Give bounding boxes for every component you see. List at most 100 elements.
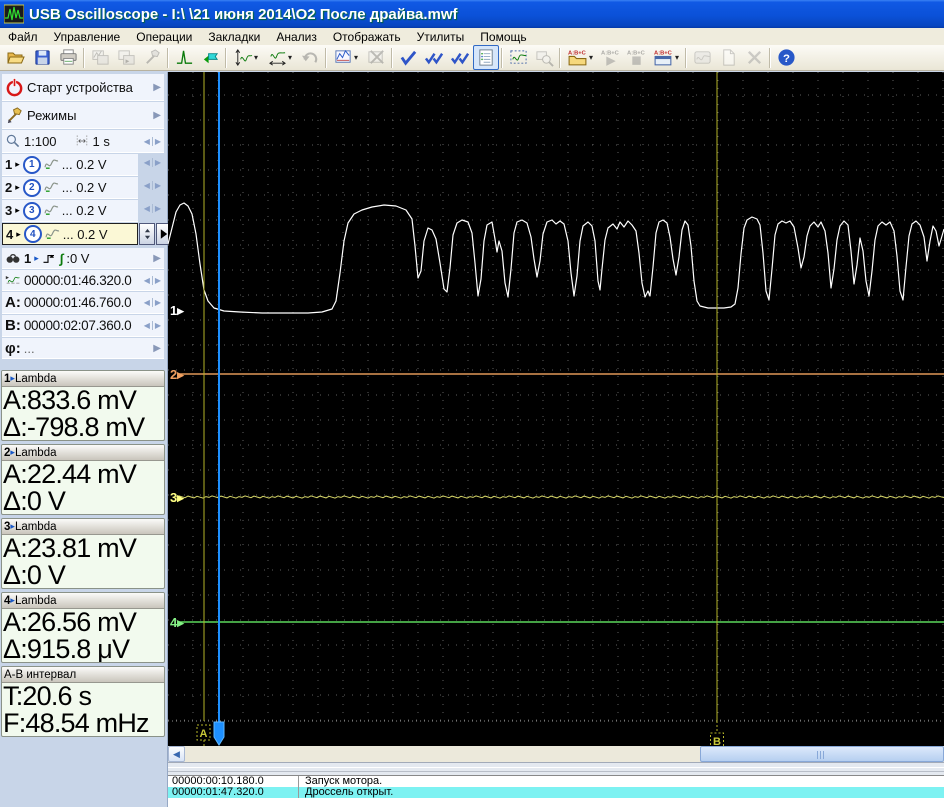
apply-group-button[interactable] <box>447 45 473 70</box>
menu-item-4[interactable]: Закладки <box>200 29 268 45</box>
channel-3-nav-arrows[interactable]: ◀▶ <box>144 204 161 213</box>
channel-1-row[interactable]: 1▸1... 0.2 V <box>2 154 138 176</box>
scrollbar-grip <box>817 751 826 759</box>
channel-badge: 1 <box>23 156 41 174</box>
toolbar-separator <box>391 48 393 68</box>
dropdown-caret-icon[interactable]: ▾ <box>589 53 593 62</box>
panel-splitter[interactable] <box>168 762 944 775</box>
open-file-button[interactable] <box>3 45 29 70</box>
waveform-icon <box>45 228 60 241</box>
chevron-right-icon[interactable]: ▶ <box>153 253 161 264</box>
abc-play-icon: A:B+C <box>600 47 621 68</box>
marker-button[interactable] <box>197 45 223 70</box>
measurement-title: Lambda <box>15 373 57 385</box>
apply-button[interactable] <box>395 45 421 70</box>
delete-button <box>741 45 767 70</box>
channel-4-marker[interactable]: 4▸ <box>170 615 185 630</box>
svg-text:A:B+C: A:B+C <box>601 50 619 56</box>
open-folder-icon <box>6 48 26 68</box>
cursor-a-label: A <box>200 728 208 740</box>
dropdown-caret-icon[interactable]: ▾ <box>354 53 358 62</box>
chart-view-icon <box>334 48 353 67</box>
dropdown-caret-icon[interactable]: ▾ <box>288 53 292 62</box>
toolbar-separator <box>559 48 561 68</box>
zoom-time-button[interactable]: ▾ <box>263 45 297 70</box>
menu-item-6[interactable]: Отображать <box>325 29 409 45</box>
scale-nav-arrows[interactable]: ◀▶ <box>144 137 161 146</box>
edit-tools-icon <box>143 48 162 67</box>
cursor-b-label: B <box>713 736 721 746</box>
menu-item-2[interactable]: Управление <box>46 29 129 45</box>
channel-badge: 4 <box>24 225 42 243</box>
zoom-amplitude-button[interactable]: ▾ <box>229 45 263 70</box>
impulse-button[interactable] <box>171 45 197 70</box>
position-cursor-flag[interactable] <box>214 722 224 745</box>
chevron-right-icon[interactable]: ▶ <box>153 343 161 354</box>
oscilloscope-plot[interactable]: 1▸ 2▸ 3▸ 4▸ A B <box>168 72 944 746</box>
channel-2-nav-arrows[interactable]: ◀▶ <box>144 181 161 190</box>
position-row[interactable]: 00000:01:46.320.0 ◀▶ <box>2 270 164 291</box>
menu-item-7[interactable]: Утилиты <box>409 29 473 45</box>
cursor-a-row[interactable]: A: 00000:01:46.760.0 ◀▶ <box>2 292 164 314</box>
menu-item-3[interactable]: Операции <box>128 29 200 45</box>
script-window-button[interactable]: A:B+C▾ <box>649 45 683 70</box>
chart-view-button[interactable]: ▾ <box>329 45 363 70</box>
chevron-right-icon[interactable]: ▶ <box>153 82 161 93</box>
menu-item-1[interactable]: Файл <box>0 29 46 45</box>
bookmark-time: 00000:01:47.320.0 <box>168 787 299 798</box>
chevron-right-icon: ▸ <box>15 159 20 170</box>
apply-all-button[interactable] <box>421 45 447 70</box>
zoom-time-icon <box>268 48 287 67</box>
channel-1-trace <box>168 203 944 313</box>
marker-flag-icon <box>201 48 220 67</box>
dropdown-caret-icon[interactable]: ▾ <box>254 53 258 62</box>
cursor-a-nav-arrows[interactable]: ◀▶ <box>144 298 161 307</box>
measurement-panel-3: 3▸LambdaA:23.81 mVΔ:0 V <box>1 518 165 589</box>
channel-1-nav-arrows[interactable]: ◀▶ <box>144 158 161 167</box>
sync-channel: 1 <box>24 251 31 266</box>
channel-4-row[interactable]: 4▸4... 0.2 V <box>2 223 138 245</box>
scale-row[interactable]: 1:100 1 s ◀▶ <box>2 130 164 153</box>
channel-number: 2 <box>5 180 12 195</box>
channel-1-marker[interactable]: 1▸ <box>170 303 185 318</box>
modes-row[interactable]: Режимы ▶ <box>2 102 164 129</box>
script-open-button[interactable]: A:B+C▾ <box>563 45 597 70</box>
help-button[interactable]: ? <box>773 45 799 70</box>
channel-3-row[interactable]: 3▸3... 0.2 V <box>2 200 138 222</box>
toolbar-separator <box>225 48 227 68</box>
start-device-row[interactable]: Старт устройства ▶ <box>2 74 164 101</box>
phase-row[interactable]: φ: ... ▶ <box>2 338 164 359</box>
chevron-right-icon[interactable]: ▶ <box>153 110 161 121</box>
title-bar[interactable]: USB Oscilloscope - I:\ \21 июня 2014\О2 … <box>0 0 944 28</box>
menu-item-8[interactable]: Помощь <box>472 29 534 45</box>
edit-frame-button <box>139 45 165 70</box>
channel-2-marker[interactable]: 2▸ <box>170 367 185 382</box>
measurement-line1: A:22.44 mV <box>3 461 164 488</box>
bookmark-list: 00000:00:10.180.0Запуск мотора.00000:01:… <box>168 775 944 807</box>
scrollbar-thumb[interactable] <box>700 746 944 762</box>
channel-scale-value: ... 0.2 V <box>63 227 108 242</box>
position-value: 00000:01:46.320.0 <box>24 273 132 288</box>
print-button[interactable] <box>55 45 81 70</box>
scroll-left-button[interactable]: ◀ <box>168 746 185 762</box>
channel-2-row[interactable]: 2▸2... 0.2 V <box>2 177 138 199</box>
zoom-amplitude-icon <box>234 48 253 67</box>
save-file-button[interactable] <box>29 45 55 70</box>
copy-frame-icon <box>91 48 110 67</box>
selection-button[interactable] <box>505 45 531 70</box>
cursor-b-nav-arrows[interactable]: ◀▶ <box>144 321 161 330</box>
toolbar-separator <box>769 48 771 68</box>
horizontal-scrollbar[interactable]: ◀ <box>168 746 944 762</box>
window-title: USB Oscilloscope - I:\ \21 июня 2014\О2 … <box>29 6 458 23</box>
sync-row[interactable]: 1 ▸ ∫ :0 V ▶ <box>2 248 164 269</box>
position-nav-arrows[interactable]: ◀▶ <box>144 276 161 285</box>
bookmark-row[interactable]: 00000:01:47.320.0Дроссель открыт. <box>168 787 944 798</box>
bookmark-row[interactable]: 00000:00:10.180.0Запуск мотора. <box>168 776 944 787</box>
dropdown-caret-icon[interactable]: ▾ <box>675 53 679 62</box>
cursor-b-row[interactable]: B: 00000:02:07.360.0 ◀▶ <box>2 315 164 337</box>
channel-3-marker[interactable]: 3▸ <box>170 490 185 505</box>
phase-value: ... <box>24 341 35 356</box>
channel-updown-button[interactable] <box>139 223 155 245</box>
menu-item-5[interactable]: Анализ <box>268 29 325 45</box>
report-list-button[interactable] <box>473 45 499 70</box>
